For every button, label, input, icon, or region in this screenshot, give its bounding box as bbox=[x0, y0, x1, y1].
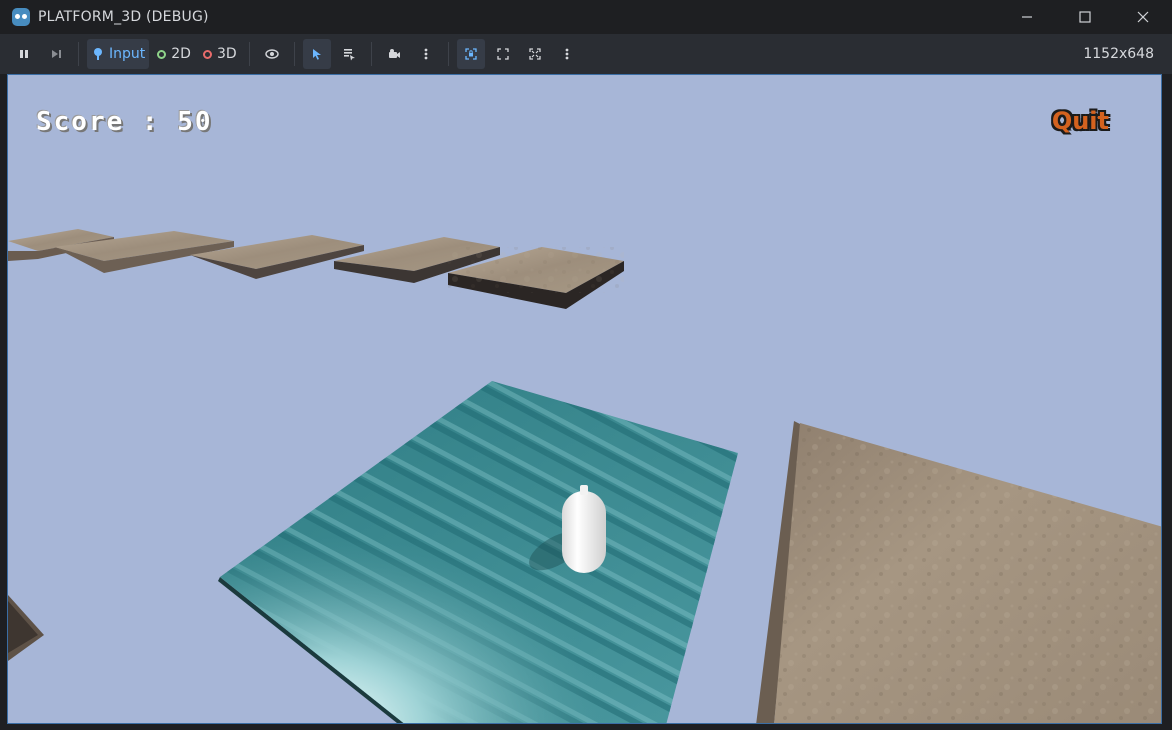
camera-options-button[interactable] bbox=[412, 39, 440, 69]
title-bar[interactable]: PLATFORM_3D (DEBUG) bbox=[0, 0, 1172, 34]
select-button[interactable] bbox=[302, 39, 331, 69]
toolbar-separator bbox=[248, 42, 250, 66]
teal-platform bbox=[218, 381, 738, 723]
corner-platform bbox=[8, 595, 44, 661]
maximize-button[interactable] bbox=[1056, 0, 1114, 34]
vertical-dots-icon bbox=[424, 48, 428, 60]
close-button[interactable] bbox=[1114, 0, 1172, 34]
minimize-icon bbox=[1022, 16, 1032, 18]
window-title: PLATFORM_3D (DEBUG) bbox=[38, 9, 209, 25]
mode-2d-dot-icon bbox=[157, 49, 167, 59]
embed-lock-icon bbox=[464, 48, 477, 60]
platform-texture bbox=[448, 247, 624, 293]
game-window: PLATFORM_3D (DEBUG) Input 2D 3D 1152x648… bbox=[0, 0, 1172, 730]
mode-2d-label: 2D bbox=[171, 46, 191, 62]
close-icon bbox=[1137, 11, 1149, 23]
input-label: Input bbox=[109, 46, 146, 62]
fullscreen-button[interactable] bbox=[521, 39, 549, 69]
godot-logo-icon bbox=[12, 8, 30, 26]
toolbar-separator bbox=[447, 42, 449, 66]
embed-options-button[interactable] bbox=[553, 39, 581, 69]
embed-window-button[interactable] bbox=[456, 39, 485, 69]
right-border bbox=[1162, 74, 1172, 730]
large-platform-texture bbox=[774, 423, 1161, 723]
window-controls bbox=[998, 0, 1172, 34]
joystick-icon bbox=[94, 48, 102, 60]
mode-3d-dot-icon bbox=[202, 49, 212, 59]
pause-button[interactable] bbox=[10, 39, 38, 69]
cursor-arrow-icon bbox=[312, 49, 321, 60]
fullscreen-icon bbox=[528, 48, 541, 60]
score-label: Score : 50 bbox=[36, 107, 213, 137]
resolution-readout: 1152x648 bbox=[1083, 46, 1154, 62]
keep-aspect-button[interactable] bbox=[489, 39, 517, 69]
bottom-border bbox=[0, 724, 1172, 730]
player-nub bbox=[580, 485, 588, 495]
toolbar-separator bbox=[293, 42, 295, 66]
teal-platform-glow bbox=[220, 381, 738, 723]
toolbar-separator bbox=[78, 42, 79, 66]
list-select-button[interactable] bbox=[335, 39, 363, 69]
next-frame-button[interactable] bbox=[42, 39, 70, 69]
player-capsule bbox=[562, 491, 606, 573]
toolbar-separator bbox=[370, 42, 372, 66]
vertical-dots-icon bbox=[565, 48, 569, 60]
visibility-button[interactable] bbox=[258, 39, 286, 69]
minimize-button[interactable] bbox=[998, 0, 1056, 34]
expand-corners-icon bbox=[496, 48, 509, 60]
left-border bbox=[0, 74, 7, 730]
camera-button[interactable] bbox=[380, 39, 408, 69]
mode-3d-button[interactable]: 3D bbox=[199, 39, 241, 69]
pause-icon bbox=[20, 50, 28, 58]
input-toggle-button[interactable]: Input bbox=[87, 39, 150, 69]
debug-toolbar: Input 2D 3D 1152x648 bbox=[0, 34, 1172, 74]
maximize-icon bbox=[1079, 11, 1091, 23]
mode-3d-label: 3D bbox=[216, 46, 237, 62]
eye-icon bbox=[264, 49, 279, 59]
large-stone-platform bbox=[756, 421, 1161, 723]
camera-icon bbox=[388, 49, 400, 58]
game-scene bbox=[8, 229, 1161, 723]
distant-platforms bbox=[8, 229, 624, 309]
game-viewport[interactable]: Score : 50 Quit bbox=[7, 74, 1162, 724]
next-frame-icon bbox=[52, 50, 61, 58]
mode-2d-button[interactable]: 2D bbox=[153, 39, 195, 69]
list-select-icon bbox=[343, 49, 355, 61]
quit-button[interactable]: Quit bbox=[1052, 107, 1109, 135]
